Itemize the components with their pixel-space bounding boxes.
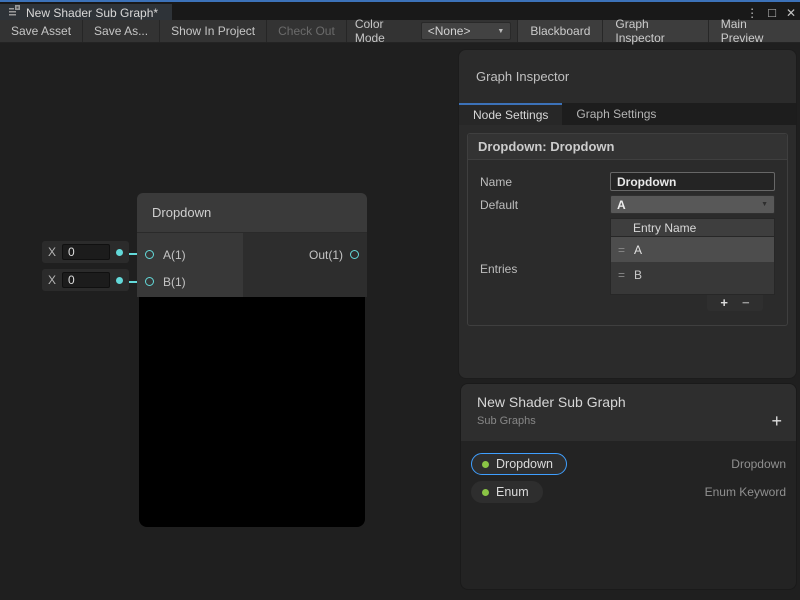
port-label: A(1) — [163, 248, 186, 262]
default-dropdown[interactable]: A ▼ — [610, 195, 775, 214]
color-mode-value: <None> — [428, 24, 471, 38]
chevron-down-icon: ▼ — [761, 201, 768, 208]
input-widget-b: X 0 — [42, 269, 129, 291]
blackboard-subtitle: Sub Graphs — [477, 415, 780, 427]
tab-graph-settings[interactable]: Graph Settings — [562, 103, 670, 125]
remove-entry-button[interactable]: − — [742, 296, 750, 310]
color-mode-dropdown[interactable]: <None> ▼ — [421, 22, 512, 40]
property-type: Dropdown — [731, 457, 786, 471]
entry-row-b[interactable]: = B — [611, 262, 774, 287]
inspector-title: Graph Inspector — [459, 50, 796, 103]
entries-padding — [611, 287, 774, 294]
show-in-project-button[interactable]: Show In Project — [160, 20, 267, 42]
dropdown-settings-section: Dropdown: Dropdown Name Dropdown Default… — [467, 133, 788, 326]
inspector-tab-row: Node Settings Graph Settings — [459, 103, 796, 125]
wire-stub-port-icon[interactable] — [116, 277, 123, 284]
input-port-icon[interactable] — [145, 250, 154, 259]
drag-handle-icon[interactable]: = — [618, 268, 625, 282]
input-port-row: A(1) — [137, 241, 243, 268]
graph-inspector-toggle-button[interactable]: Graph Inspector — [602, 20, 707, 42]
check-out-button: Check Out — [267, 20, 347, 42]
node-title[interactable]: Dropdown — [137, 193, 367, 233]
value-input[interactable]: 0 — [62, 244, 110, 260]
entries-add-remove-box: + − — [707, 295, 763, 311]
add-property-button[interactable]: + — [771, 412, 782, 430]
tab-node-settings[interactable]: Node Settings — [459, 103, 562, 125]
entries-header: Entry Name — [611, 219, 774, 237]
property-pill-enum[interactable]: Enum — [471, 481, 543, 503]
default-label: Default — [480, 195, 610, 214]
entry-row-a[interactable]: = A — [611, 237, 774, 262]
chevron-down-icon: ▼ — [497, 28, 504, 35]
dropdown-node[interactable]: Dropdown A(1) B(1) Out(1) — [137, 193, 367, 529]
toolbar: Save Asset Save As... Show In Project Ch… — [0, 20, 800, 43]
node-output-column: Out(1) — [243, 233, 367, 297]
add-entry-button[interactable]: + — [720, 296, 728, 310]
port-label: B(1) — [163, 275, 186, 289]
axis-label: X — [48, 273, 56, 287]
property-name: Dropdown — [496, 457, 553, 471]
entries-label: Entries — [480, 218, 610, 311]
value-input[interactable]: 0 — [62, 272, 110, 288]
blackboard-header: New Shader Sub Graph Sub Graphs + — [461, 384, 796, 441]
output-port-row: Out(1) — [243, 241, 367, 268]
save-as-button[interactable]: Save As... — [83, 20, 160, 42]
graph-inspector-panel: Graph Inspector Node Settings Graph Sett… — [458, 49, 797, 379]
wire-stub-port-icon[interactable] — [116, 249, 123, 256]
blackboard-row-enum: Enum Enum Keyword — [471, 478, 786, 506]
input-port-icon[interactable] — [145, 277, 154, 286]
name-label: Name — [480, 172, 610, 191]
output-port-icon[interactable] — [350, 250, 359, 259]
node-preview — [139, 297, 365, 527]
input-port-row: B(1) — [137, 268, 243, 295]
entry-name: A — [634, 243, 642, 257]
property-pill-dropdown[interactable]: Dropdown — [471, 453, 567, 475]
name-field[interactable]: Dropdown — [610, 172, 775, 191]
main-preview-toggle-button[interactable]: Main Preview — [708, 20, 800, 42]
axis-label: X — [48, 245, 56, 259]
blackboard-panel: New Shader Sub Graph Sub Graphs + Dropdo… — [460, 383, 797, 590]
default-value: A — [617, 198, 626, 212]
input-widget-a: X 0 — [42, 241, 129, 263]
color-mode-label: Color Mode — [347, 20, 421, 42]
blackboard-row-dropdown: Dropdown Dropdown — [471, 450, 786, 478]
entry-name: B — [634, 268, 642, 282]
port-label: Out(1) — [309, 248, 343, 262]
blackboard-toggle-button[interactable]: Blackboard — [517, 20, 602, 42]
property-type: Enum Keyword — [705, 485, 786, 499]
save-asset-button[interactable]: Save Asset — [0, 20, 83, 42]
tab-title: New Shader Sub Graph* — [26, 6, 158, 20]
node-input-column: A(1) B(1) — [137, 233, 243, 297]
section-title: Dropdown: Dropdown — [468, 134, 787, 160]
exposed-dot-icon — [482, 489, 489, 496]
entries-list: Entry Name = A = B — [610, 218, 775, 295]
property-name: Enum — [496, 485, 529, 499]
exposed-dot-icon — [482, 461, 489, 468]
blackboard-title: New Shader Sub Graph — [477, 394, 780, 410]
drag-handle-icon[interactable]: = — [618, 243, 625, 257]
shader-graph-window: New Shader Sub Graph* ⋮ □ ✕ Save Asset S… — [0, 0, 800, 600]
